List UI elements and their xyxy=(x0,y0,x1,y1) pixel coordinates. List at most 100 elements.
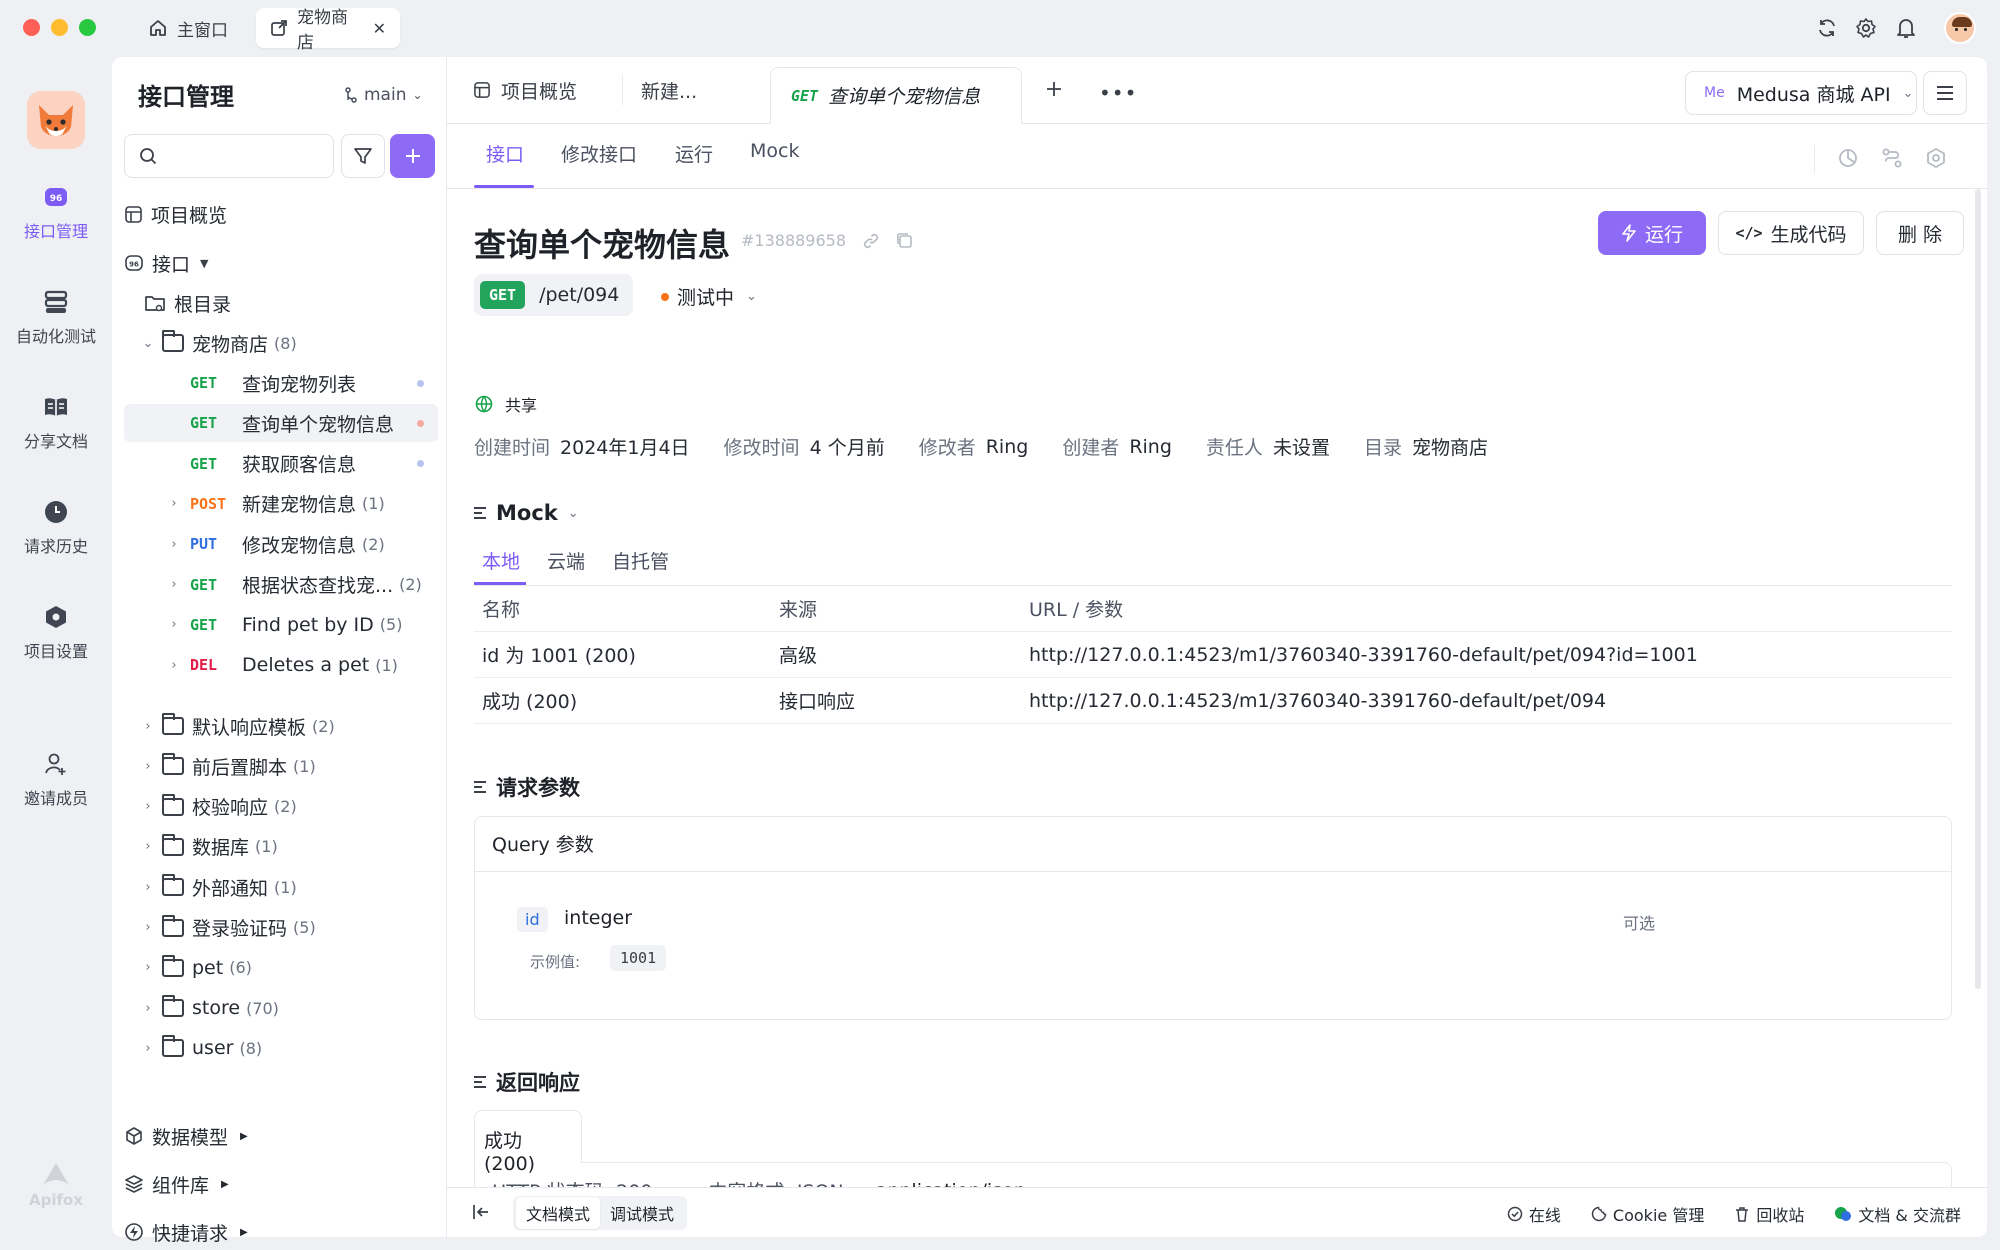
window-tab-main[interactable]: 主窗口 xyxy=(134,8,242,48)
avatar[interactable] xyxy=(1944,12,1976,44)
add-button[interactable] xyxy=(390,134,435,178)
gear-icon[interactable] xyxy=(1855,17,1877,39)
params-section-title[interactable]: 请求参数 xyxy=(474,772,580,802)
tab-new[interactable]: 新建... xyxy=(641,57,697,123)
bell-icon[interactable] xyxy=(1895,16,1917,40)
tree-endpoint-row[interactable]: › GET 根据状态查找宠... (2) xyxy=(124,566,438,604)
maximize-window-button[interactable] xyxy=(79,19,96,36)
tree-label: user xyxy=(192,1037,234,1060)
tab-overview[interactable]: 项目概览 xyxy=(473,57,577,123)
tab-get-pet[interactable]: GET 查询单个宠物信息 xyxy=(770,67,1022,124)
close-tab-icon[interactable]: ✕ xyxy=(373,19,386,38)
rail-item-docs[interactable]: 分享文档 xyxy=(0,394,112,452)
delete-button[interactable]: 删 除 xyxy=(1876,211,1964,255)
window-tab-petstore[interactable]: 宠物商店 ✕ xyxy=(256,8,400,53)
column-header: 来源 xyxy=(779,599,818,621)
endpoint-name: 修改宠物信息 xyxy=(242,534,357,557)
tree-folder-row[interactable]: › 前后置脚本 (1) xyxy=(124,747,438,785)
mock-url[interactable]: http://127.0.0.1:4523/m1/3760340-3391760… xyxy=(1029,644,1698,666)
mock-tab-local[interactable]: 本地 xyxy=(482,547,520,574)
mode-debug[interactable]: 调试模式 xyxy=(600,1197,684,1229)
mock-url[interactable]: http://127.0.0.1:4523/m1/3760340-3391760… xyxy=(1029,690,1606,712)
tree-folder-row[interactable]: › 数据库 (1) xyxy=(124,828,438,866)
tree-folder-row[interactable]: › store (70) xyxy=(124,989,438,1027)
sidebar-item-components[interactable]: 组件库 ▶ xyxy=(124,1165,438,1203)
tree-endpoint-row[interactable]: › PUT 修改宠物信息 (2) xyxy=(124,525,438,563)
project-selector[interactable]: Me Medusa 商城 API ⌄ xyxy=(1685,71,1917,115)
sidebar-item-overview[interactable]: 项目概览 xyxy=(124,195,438,233)
mock-section-title[interactable]: Mock ⌄ xyxy=(474,501,579,525)
rail-item-settings[interactable]: 项目设置 xyxy=(0,604,112,662)
sidebar-item-api[interactable]: 96 接口 ▼ xyxy=(124,244,438,282)
tree-folder-row[interactable]: › 外部通知 (1) xyxy=(124,868,438,906)
meta-value: 2024年1月4日 xyxy=(560,437,690,459)
minimize-window-button[interactable] xyxy=(51,19,68,36)
chevron-right-icon: › xyxy=(145,960,151,976)
subtab-api[interactable]: 接口 xyxy=(486,140,524,167)
tree-root-directory[interactable]: 根目录 xyxy=(124,284,438,322)
tree-endpoint-row[interactable]: › DEL Deletes a pet (1) xyxy=(124,646,438,684)
settings-icon[interactable] xyxy=(1925,147,1947,169)
delete-button-label: 删 除 xyxy=(1897,223,1943,246)
more-tabs-button[interactable]: ••• xyxy=(1099,81,1137,105)
tree-folder-row[interactable]: › pet (6) xyxy=(124,949,438,987)
param-name: id xyxy=(517,907,548,932)
project-prefix: Me xyxy=(1704,85,1725,101)
sidebar-item-data-model[interactable]: 数据模型 ▶ xyxy=(124,1117,438,1155)
title-bar: 主窗口 宠物商店 ✕ xyxy=(0,0,2000,56)
subtab-run[interactable]: 运行 xyxy=(675,140,713,167)
close-window-button[interactable] xyxy=(23,19,40,36)
vertical-scrollbar[interactable] xyxy=(1975,189,1981,989)
tree-endpoint-row[interactable]: GET 获取顾客信息 xyxy=(124,445,438,483)
response-section-title[interactable]: 返回响应 xyxy=(474,1067,580,1097)
online-status[interactable]: 在线 xyxy=(1507,1202,1561,1226)
branch-name: main xyxy=(364,85,407,105)
docs-community[interactable]: 文档 & 交流群 xyxy=(1834,1202,1961,1226)
cookie-manager[interactable]: Cookie 管理 xyxy=(1591,1202,1704,1226)
status-dropdown[interactable]: 测试中 ⌄ xyxy=(661,283,757,310)
mock-table-row[interactable]: id 为 1001 (200) 高级 http://127.0.0.1:4523… xyxy=(474,632,1952,678)
chevron-right-icon: › xyxy=(171,577,177,592)
flow-icon[interactable] xyxy=(1881,147,1903,169)
branch-selector[interactable]: main ⌄ xyxy=(344,85,423,105)
recycle-bin[interactable]: 回收站 xyxy=(1734,1202,1804,1226)
share-indicator[interactable]: 共享 xyxy=(475,392,537,416)
history-icon[interactable] xyxy=(1837,147,1859,169)
collapse-sidebar-icon[interactable] xyxy=(472,1203,490,1221)
tree-folder-row[interactable]: › 校验响应 (2) xyxy=(124,788,438,826)
refresh-icon[interactable] xyxy=(1816,17,1838,39)
tree-endpoint-row[interactable]: GET 查询宠物列表 xyxy=(124,364,438,402)
rail-item-autotest[interactable]: 自动化测试 xyxy=(0,289,112,347)
tree-endpoint-row[interactable]: GET 查询单个宠物信息 xyxy=(124,404,438,443)
menu-button[interactable] xyxy=(1923,71,1967,115)
project-logo[interactable] xyxy=(27,91,85,149)
mode-doc[interactable]: 文档模式 xyxy=(516,1197,601,1229)
rail-item-history[interactable]: 请求历史 xyxy=(0,499,112,557)
subtab-edit[interactable]: 修改接口 xyxy=(561,140,637,167)
method-path-pill[interactable]: GET /pet/094 xyxy=(474,274,634,316)
tree-folder-row[interactable]: › 默认响应模板 (2) xyxy=(124,707,438,745)
tree-endpoint-row[interactable]: › GET Find pet by ID (5) xyxy=(124,606,438,644)
rail-item-invite[interactable]: 邀请成员 xyxy=(0,751,112,809)
chevron-right-icon: › xyxy=(145,1000,151,1016)
new-tab-button[interactable] xyxy=(1044,79,1064,99)
link-icon[interactable] xyxy=(862,232,880,250)
subtab-mock[interactable]: Mock xyxy=(750,140,799,162)
tree-endpoint-row[interactable]: › POST 新建宠物信息 (1) xyxy=(124,485,438,523)
tree-folder-row[interactable]: › user (8) xyxy=(124,1029,438,1067)
sidebar-item-quick-request[interactable]: 快捷请求 ▶ xyxy=(124,1213,438,1250)
run-button[interactable]: 运行 xyxy=(1598,211,1706,255)
mock-tab-cloud[interactable]: 云端 xyxy=(547,547,585,574)
tree-count: (1) xyxy=(362,494,385,514)
mock-tab-selfhost[interactable]: 自托管 xyxy=(612,547,669,574)
rail-item-api[interactable]: 96 接口管理 xyxy=(0,184,112,242)
mock-name: 成功 (200) xyxy=(482,691,578,713)
tree-folder-row[interactable]: › 登录验证码 (5) xyxy=(124,909,438,947)
response-tab-success[interactable]: 成功(200) xyxy=(474,1110,582,1175)
tree-folder-petstore[interactable]: ⌄ 宠物商店 (8) xyxy=(124,324,438,362)
search-input[interactable] xyxy=(124,134,334,178)
copy-icon[interactable] xyxy=(896,232,914,250)
mock-table-row[interactable]: 成功 (200) 接口响应 http://127.0.0.1:4523/m1/3… xyxy=(474,678,1952,724)
generate-code-button[interactable]: </> 生成代码 xyxy=(1718,211,1864,255)
filter-button[interactable] xyxy=(341,134,385,178)
